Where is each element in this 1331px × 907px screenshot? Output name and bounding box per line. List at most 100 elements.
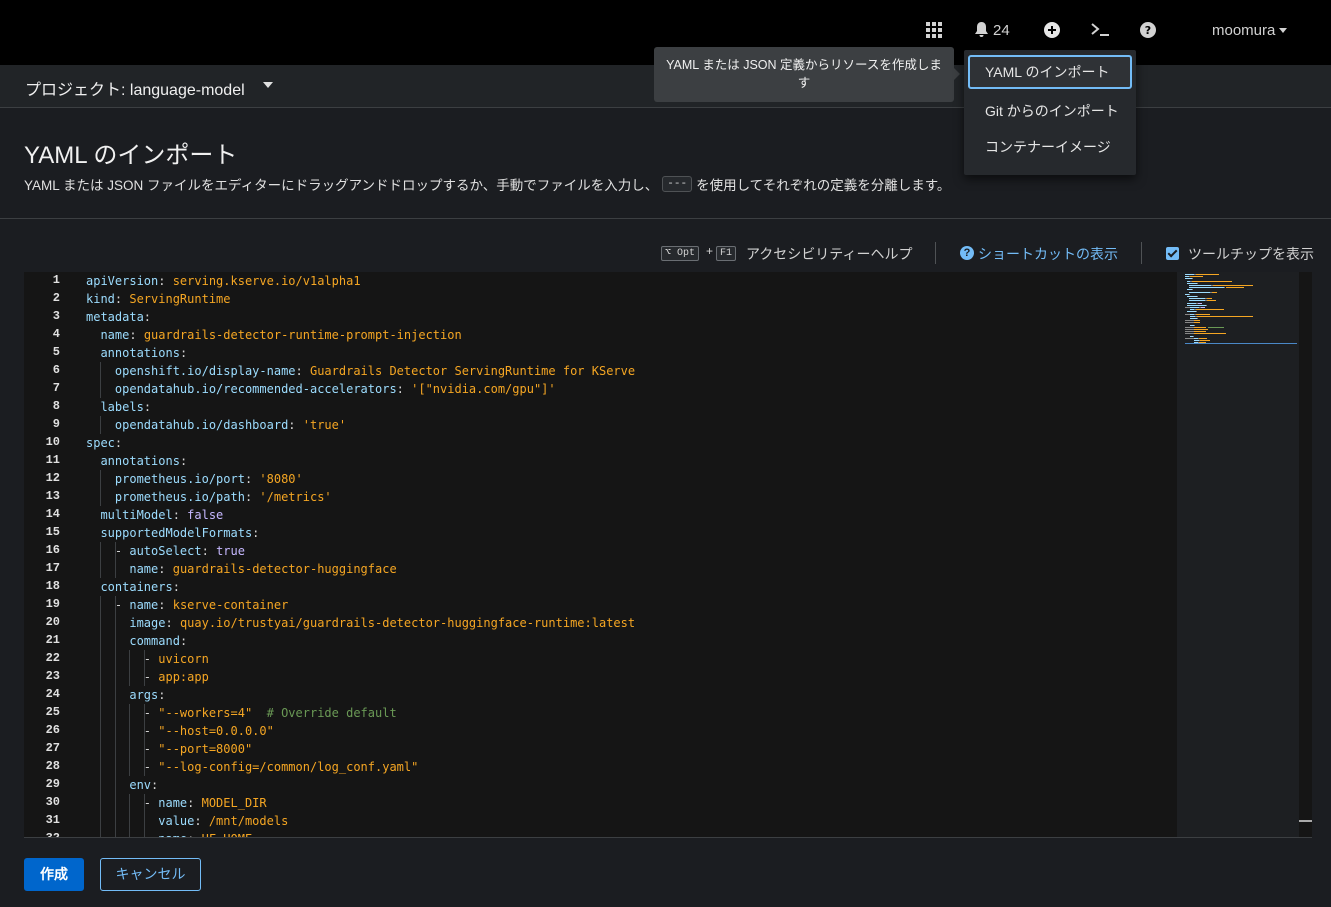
minimap-token [1185, 322, 1194, 324]
minimap-token [1194, 326, 1206, 328]
minimap-token [1185, 329, 1194, 330]
code-token: kind [86, 292, 115, 306]
code-token: serving.kserve.io/v1alpha1 [172, 274, 361, 288]
line-number: 19 [45, 597, 60, 611]
code-token: HF_HOME [202, 832, 253, 837]
page-description: YAML または JSON ファイルをエディターにドラッグアンドドロップするか、… [24, 174, 950, 194]
code-token: apiVersion [86, 274, 159, 288]
code-token: name [100, 328, 130, 342]
minimap-token [1185, 331, 1194, 333]
minimap-token [1195, 274, 1220, 275]
accessibility-help-link[interactable]: アクセシビリティーヘルプ [746, 244, 912, 264]
indent-guide [100, 560, 102, 578]
indent-guide [143, 812, 145, 830]
code-line: metadata: [86, 308, 151, 326]
code-token: : [151, 778, 159, 792]
code-line: name: HF_HOME [86, 830, 253, 837]
code-token: : [187, 832, 201, 837]
menu-item-import-git[interactable]: Git からのインポート [968, 94, 1132, 128]
code-line: opendatahub.io/recommended-accelerators:… [86, 380, 556, 398]
code-token: : [158, 274, 173, 288]
caret-down-icon[interactable] [263, 82, 273, 88]
indent-guide [114, 830, 116, 837]
code-line: - app:app [86, 668, 209, 686]
menu-item-import-yaml[interactable]: YAML のインポート [968, 55, 1132, 89]
bell-icon [974, 22, 989, 38]
user-menu-toggle[interactable]: moomura [1212, 18, 1288, 42]
yaml-editor[interactable]: 1 2 3 4 5 6 7 8 9 10 11 12 13 14 15 16 17 18 19 20 21 22 23 24 2… [24, 272, 1312, 838]
line-number: 24 [45, 687, 60, 701]
minimap-token [1185, 320, 1194, 322]
minimap-token [1186, 296, 1197, 297]
tooltips-label[interactable]: ツールチップを表示 [1188, 244, 1314, 264]
code-token: : [114, 292, 130, 306]
code-token: guardrails-detector-huggingface [172, 562, 397, 576]
code-token: : [158, 598, 173, 612]
code-token: : [158, 688, 166, 702]
minimap[interactable] [1177, 272, 1299, 837]
code-area[interactable]: apiVersion: serving.kserve.io/v1alpha1 ki… [86, 272, 1176, 837]
minimap-token [1188, 293, 1190, 295]
project-selector-label[interactable]: プロジェクト: language-model [25, 76, 245, 100]
code-token: "--host=0.0.0.0" [158, 724, 274, 738]
code-line: - "--log-config=/common/log_conf.yaml" [86, 758, 419, 776]
line-number: 28 [45, 759, 60, 773]
line-number: 18 [45, 579, 60, 593]
toolbar-divider [1141, 242, 1142, 264]
minimap-token [1192, 280, 1232, 282]
page-title: YAML のインポート [24, 142, 238, 169]
code-token: /mnt/models [208, 814, 289, 828]
indent-guide [143, 740, 145, 758]
code-line: - name: kserve-container [86, 596, 288, 614]
code-line: labels: [86, 398, 151, 416]
menu-item-container-image[interactable]: コンテナーイメージ [968, 130, 1132, 164]
minimap-token [1195, 309, 1224, 311]
code-line: - name: MODEL_DIR [86, 794, 267, 812]
minimap-token [1200, 340, 1211, 341]
minimap-token [1186, 282, 1197, 284]
tooltips-checkbox[interactable] [1166, 247, 1179, 260]
shortcuts-link[interactable]: ショートカットの表示 [978, 244, 1118, 264]
code-token: : [244, 472, 260, 486]
separator-code: --- [662, 176, 693, 192]
help-icon[interactable]: ? [1140, 18, 1156, 42]
minimap-token [1194, 331, 1206, 333]
indent-guide [114, 686, 116, 704]
minimap-token [1225, 287, 1244, 289]
line-number-gutter: 1 2 3 4 5 6 7 8 9 10 11 12 13 14 15 16 17 18 19 20 21 22 23 24 2… [24, 272, 86, 837]
minimap-token [1206, 300, 1216, 302]
code-token: : [396, 382, 412, 396]
terminal-icon[interactable] [1091, 18, 1110, 42]
indent-guide [100, 812, 102, 830]
notifications-button[interactable]: 24 [974, 18, 1010, 42]
code-token: Guardrails Detector ServingRuntime for K… [309, 364, 636, 378]
code-line: - autoSelect: true [86, 542, 245, 560]
code-token: - [86, 670, 159, 684]
cancel-button[interactable]: キャンセル [100, 858, 201, 891]
code-token: ServingRuntime [129, 292, 231, 306]
code-token: : [187, 796, 202, 810]
indent-guide [100, 776, 102, 794]
create-button[interactable]: 作成 [24, 858, 84, 891]
minimap-token [1192, 289, 1194, 291]
apps-grid-icon[interactable] [926, 18, 942, 42]
description-text-before: YAML または JSON ファイルをエディターにドラッグアンドドロップするか、… [24, 178, 659, 193]
code-line: apiVersion: serving.kserve.io/v1alpha1 [86, 272, 361, 290]
minimap-token [1188, 285, 1212, 286]
plus-circle-icon[interactable] [1044, 18, 1060, 42]
indent-guide [100, 614, 102, 632]
code-token: false [187, 508, 224, 522]
code-token: args [129, 688, 159, 702]
code-line: - "--workers=4" # Override default [86, 704, 397, 722]
minimap-token [1197, 302, 1203, 304]
scrollbar-marker[interactable] [1299, 820, 1312, 822]
code-token: : [194, 814, 209, 828]
line-number: 14 [45, 507, 60, 521]
code-line: multiModel: false [86, 506, 223, 524]
indent-guide [100, 704, 102, 722]
indent-guide [143, 794, 145, 812]
line-number: 26 [45, 723, 60, 737]
